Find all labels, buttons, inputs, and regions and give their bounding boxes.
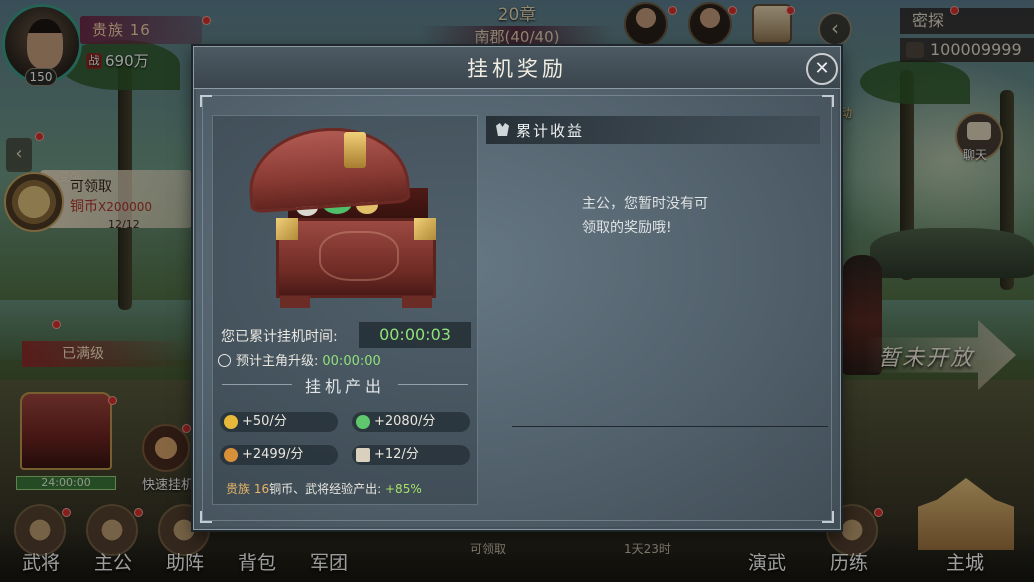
divider-right bbox=[398, 384, 468, 385]
level-up-value: 00:00:00 bbox=[322, 354, 381, 369]
treasure-chest-icon bbox=[240, 122, 440, 310]
chest-foot bbox=[280, 296, 310, 308]
bonus-level: 16 bbox=[253, 482, 270, 496]
accum-time-label: 您已累计挂机时间: bbox=[221, 329, 338, 345]
jade-icon bbox=[356, 415, 370, 429]
level-up-label: 预计主角升级: bbox=[236, 354, 319, 369]
frame-corner bbox=[200, 511, 212, 523]
chest-lid bbox=[245, 122, 411, 214]
bonus-desc: 铜币、武将经验产出: bbox=[269, 482, 382, 496]
dialog-title: 挂机奖励 bbox=[467, 57, 567, 81]
rate-value: +2080/分 bbox=[374, 414, 436, 429]
rate-scroll: +12/分 bbox=[352, 445, 470, 465]
gold-trim bbox=[414, 218, 436, 240]
frame-corner bbox=[200, 95, 212, 107]
frame-corner bbox=[822, 95, 834, 107]
rate-copper: +2499/分 bbox=[220, 445, 338, 465]
accum-time-value: 00:00:03 bbox=[359, 322, 471, 348]
rate-value: +50/分 bbox=[242, 414, 287, 429]
scroll-icon bbox=[356, 448, 370, 462]
copper-icon bbox=[224, 448, 238, 462]
bonus-percent: +85% bbox=[385, 482, 422, 496]
clock-icon bbox=[218, 354, 231, 367]
noble-bonus-text: 贵族 16铜币、武将经验产出: +85% bbox=[226, 480, 422, 497]
close-icon[interactable]: ✕ bbox=[806, 53, 838, 85]
rate-value: +12/分 bbox=[374, 447, 419, 462]
empty-line-2: 领取的奖励哦! bbox=[582, 220, 672, 236]
section-title: 累计收益 bbox=[516, 122, 585, 140]
rate-jade: +2080/分 bbox=[352, 412, 470, 432]
bonus-rank: 贵族 bbox=[226, 482, 251, 496]
frame-corner bbox=[822, 511, 834, 523]
chest-box bbox=[276, 218, 436, 298]
content-divider bbox=[512, 426, 828, 427]
coin-icon bbox=[224, 415, 238, 429]
rate-value: +2499/分 bbox=[242, 447, 304, 462]
empty-line-1: 主公，您暂时没有可 bbox=[582, 196, 708, 212]
dialog-header: 挂机奖励 ✕ bbox=[194, 47, 840, 89]
gold-trim bbox=[276, 218, 298, 240]
empty-reward-message: 主公，您暂时没有可 领取的奖励哦! bbox=[582, 192, 752, 240]
level-up-row: 预计主角升级: 00:00:00 bbox=[218, 350, 381, 369]
chest-latch bbox=[344, 132, 366, 168]
chest-foot bbox=[402, 296, 432, 308]
rate-coin: +50/分 bbox=[220, 412, 338, 432]
